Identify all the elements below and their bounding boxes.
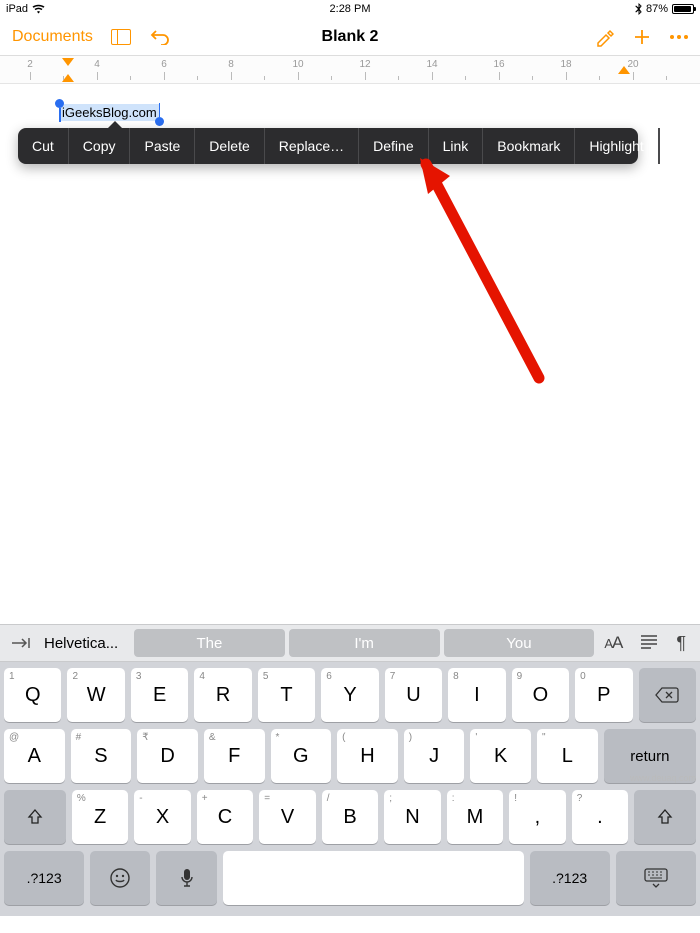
selection-handle-end[interactable] [155,117,164,126]
ruler-label: 10 [292,59,303,70]
key-row-4: .?123 .?123 [4,851,696,905]
key-d[interactable]: ₹D [137,729,198,783]
document-title: Blank 2 [322,28,379,46]
key-n[interactable]: ;N [384,790,440,844]
key-i[interactable]: 8I [448,668,505,722]
key-row-2: @A#S₹D&F*G(H)J'K"L return [4,729,696,783]
key-l[interactable]: "L [537,729,598,783]
ctx-more-arrow[interactable] [659,128,668,164]
ctx-copy[interactable]: Copy [69,128,131,164]
backspace-key[interactable] [639,668,696,722]
key-z[interactable]: %Z [72,790,128,844]
format-bar: Helvetica... The I'm You AA ¶ [0,624,700,662]
document-canvas[interactable]: iGeeksBlog.com [0,84,700,624]
ctx-link[interactable]: Link [429,128,484,164]
panels-icon[interactable] [111,29,131,45]
ctx-replace[interactable]: Replace… [265,128,359,164]
status-bar: iPad 2:28 PM 87% [0,0,700,18]
key-s[interactable]: #S [71,729,132,783]
wifi-icon [32,4,45,14]
key-x[interactable]: -X [134,790,190,844]
battery-percent: 87% [646,3,668,15]
key-u[interactable]: 7U [385,668,442,722]
ctx-cut[interactable]: Cut [18,128,69,164]
text-size-button[interactable]: AA [604,633,622,653]
numbers-key-right[interactable]: .?123 [530,851,610,905]
ruler-label: 12 [359,59,370,70]
ruler-label: 2 [27,59,33,70]
dictation-key[interactable] [156,851,216,905]
battery-icon [672,4,694,14]
documents-back-button[interactable]: Documents [12,28,93,46]
key-r[interactable]: 4R [194,668,251,722]
key-k[interactable]: 'K [470,729,531,783]
key-row-3: %Z-X+C=V/B;N:M!,?. [4,790,696,844]
key-w[interactable]: 2W [67,668,124,722]
context-menu: Cut Copy Paste Delete Replace… Define Li… [18,128,638,164]
ctx-highlight[interactable]: Highlight [575,128,658,164]
key-p[interactable]: 0P [575,668,632,722]
suggestion-bar: The I'm You [134,629,594,657]
selection-handle-start[interactable] [55,99,64,108]
key-o[interactable]: 9O [512,668,569,722]
shift-key-right[interactable] [634,790,696,844]
key-h[interactable]: (H [337,729,398,783]
ruler-label: 8 [228,59,234,70]
watermark: www.deuaq.com [630,773,696,783]
ctx-delete[interactable]: Delete [195,128,264,164]
key-f[interactable]: &F [204,729,265,783]
key-b[interactable]: /B [322,790,378,844]
nav-bar: Documents Blank 2 [0,18,700,56]
add-button[interactable] [632,27,652,47]
ctx-bookmark[interactable]: Bookmark [483,128,575,164]
clock: 2:28 PM [330,3,371,15]
numbers-key-left[interactable]: .?123 [4,851,84,905]
ctx-define[interactable]: Define [359,128,428,164]
suggestion-1[interactable]: The [134,629,285,657]
more-button[interactable] [670,35,688,39]
shift-key-left[interactable] [4,790,66,844]
key-e[interactable]: 3E [131,668,188,722]
selected-text[interactable]: iGeeksBlog.com [60,104,159,121]
emoji-key[interactable] [90,851,150,905]
ruler-label: 14 [426,59,437,70]
key-g[interactable]: *G [271,729,332,783]
key-.[interactable]: ?. [572,790,628,844]
key-m[interactable]: :M [447,790,503,844]
space-key[interactable] [223,851,524,905]
key-t[interactable]: 5T [258,668,315,722]
align-button[interactable] [640,633,658,654]
key-v[interactable]: =V [259,790,315,844]
tab-key-button[interactable] [8,636,34,650]
key-y[interactable]: 6Y [321,668,378,722]
suggestion-3[interactable]: You [444,629,595,657]
key-row-1: 1Q2W3E4R5T6Y7U8I9O0P [4,668,696,722]
ruler-label: 20 [627,59,638,70]
keyboard: 1Q2W3E4R5T6Y7U8I9O0P @A#S₹D&F*G(H)J'K"L … [0,662,700,916]
format-brush-button[interactable] [594,27,614,47]
ruler-label: 18 [560,59,571,70]
ruler-label: 16 [493,59,504,70]
paragraph-button[interactable]: ¶ [676,633,686,654]
key-c[interactable]: +C [197,790,253,844]
key-,[interactable]: !, [509,790,565,844]
font-selector[interactable]: Helvetica... [44,635,124,652]
key-j[interactable]: )J [404,729,465,783]
ruler-label: 4 [94,59,100,70]
ctx-paste[interactable]: Paste [130,128,195,164]
suggestion-2[interactable]: I'm [289,629,440,657]
device-label: iPad [6,3,28,15]
key-q[interactable]: 1Q [4,668,61,722]
bluetooth-icon [635,3,642,15]
left-margin-marker[interactable] [62,58,74,66]
key-a[interactable]: @A [4,729,65,783]
undo-button[interactable] [149,29,171,45]
ruler-label: 6 [161,59,167,70]
hide-keyboard-key[interactable] [616,851,696,905]
ruler[interactable]: 2 4 6 8 10 12 14 16 18 20 [0,56,700,84]
